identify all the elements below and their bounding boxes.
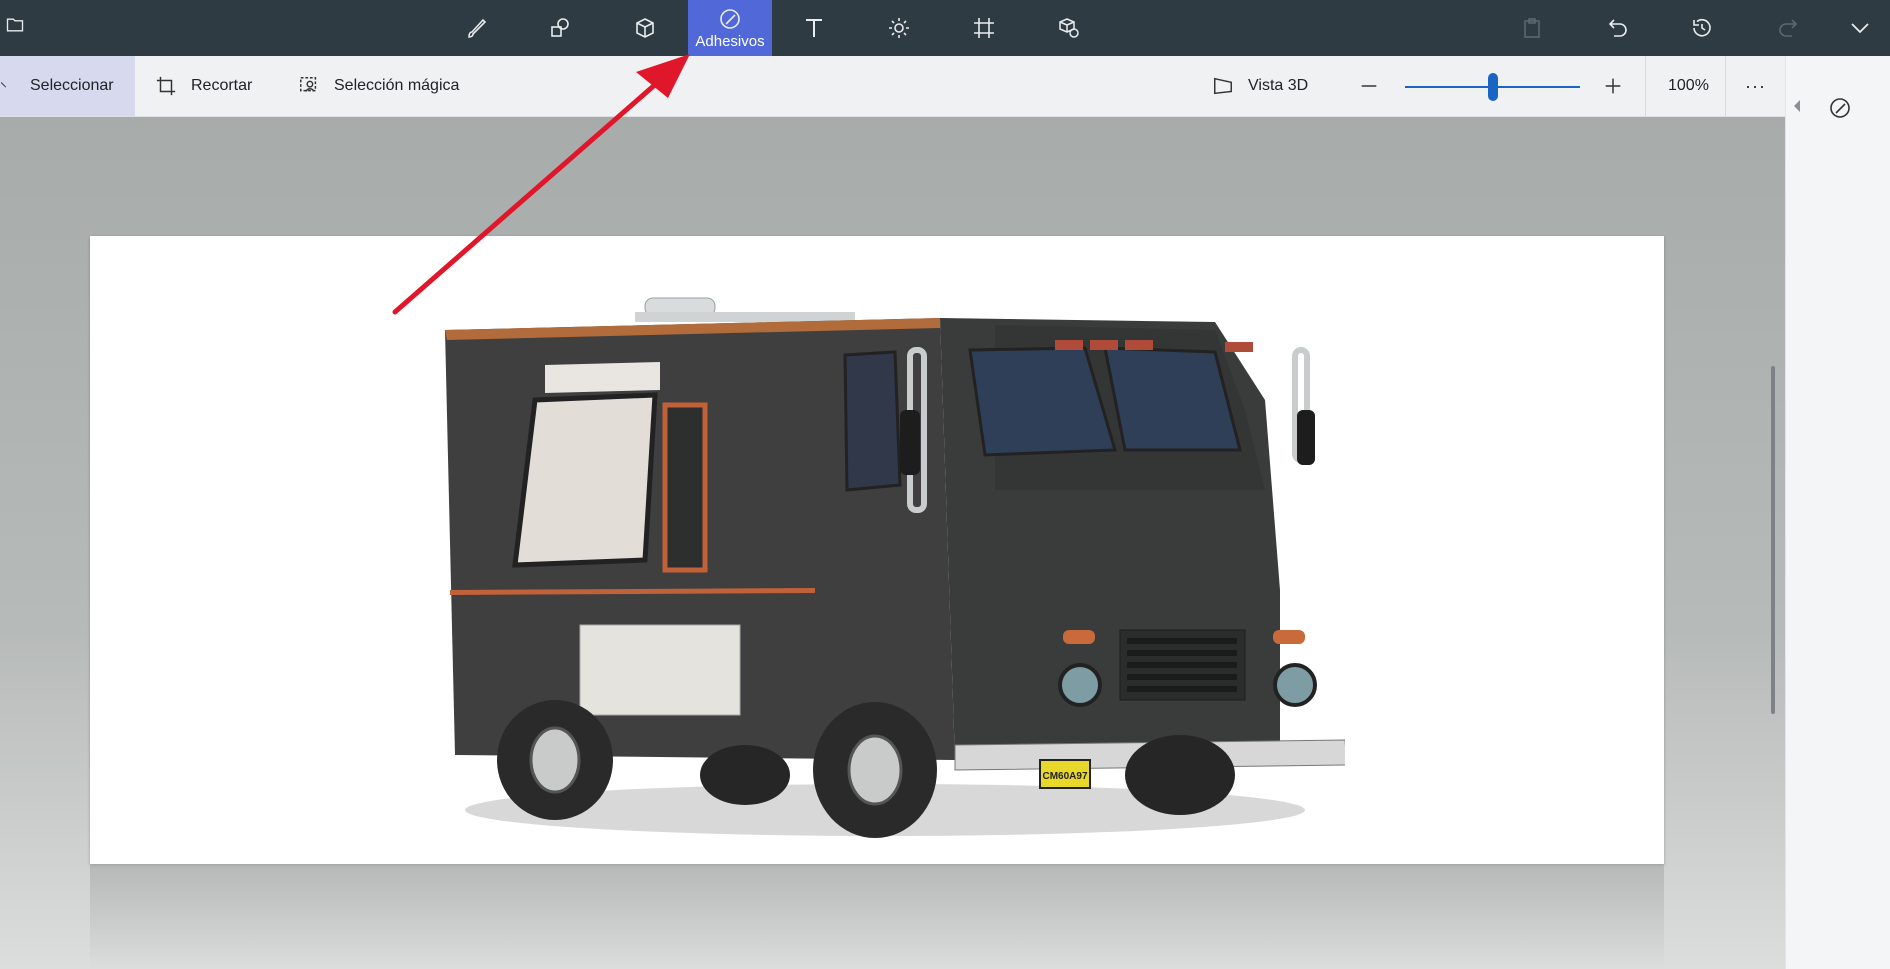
plus-icon xyxy=(1605,78,1621,94)
sticker-icon[interactable] xyxy=(1828,96,1852,120)
crop-label: Recortar xyxy=(191,77,253,94)
3d-cube-icon xyxy=(636,18,654,38)
canvas-reflection xyxy=(90,864,1664,969)
library-3d-tool-button[interactable] xyxy=(1027,0,1111,56)
divider xyxy=(1725,56,1726,116)
food-truck-3d-model[interactable]: CM60A97 xyxy=(435,290,1345,840)
canvas-tool-button[interactable] xyxy=(942,0,1026,56)
magic-select-label: Selección mágica xyxy=(334,77,460,94)
menu-button[interactable] xyxy=(0,0,30,50)
sun-icon xyxy=(889,18,909,38)
brush-icon xyxy=(468,18,487,38)
clipboard-icon xyxy=(1524,18,1540,38)
shapes-3d-tool-button[interactable] xyxy=(603,0,687,56)
crop-button[interactable]: Recortar xyxy=(155,56,252,116)
collapse-panel-arrow[interactable] xyxy=(1794,100,1800,112)
select-arrow-icon xyxy=(0,82,7,88)
expand-toolbar-button[interactable] xyxy=(1830,0,1890,56)
view-3d-label: Vista 3D xyxy=(1248,77,1309,94)
sticker-icon xyxy=(720,8,740,29)
effects-tool-button[interactable] xyxy=(857,0,941,56)
undo-button[interactable] xyxy=(1588,0,1648,56)
history-icon xyxy=(1693,18,1711,37)
zoom-in-button[interactable] xyxy=(1602,56,1624,116)
paste-button[interactable] xyxy=(1502,0,1562,56)
redo-button[interactable] xyxy=(1758,0,1818,56)
main-toolbar: Adhesivos xyxy=(0,0,1890,56)
magic-select-icon xyxy=(300,77,317,92)
crop-icon xyxy=(156,76,176,96)
canvas-crop-icon xyxy=(974,18,994,38)
stickers-tool-button[interactable]: Adhesivos xyxy=(688,0,772,56)
chevron-down-icon xyxy=(1851,23,1869,34)
zoom-value[interactable]: 100% xyxy=(1668,56,1709,116)
zoom-slider-thumb[interactable] xyxy=(1488,73,1498,101)
license-plate-text: CM60A97 xyxy=(1042,771,1087,782)
2d-shapes-icon xyxy=(551,18,569,37)
undo-icon xyxy=(1608,19,1627,37)
divider xyxy=(1645,56,1646,116)
text-icon xyxy=(806,19,822,37)
text-tool-button[interactable] xyxy=(772,0,856,56)
history-button[interactable] xyxy=(1672,0,1732,56)
3d-library-icon xyxy=(1059,18,1079,38)
magic-select-button[interactable]: Selección mágica xyxy=(298,56,459,116)
front-wheel xyxy=(813,702,937,838)
view-3d-toggle[interactable]: Vista 3D xyxy=(1212,56,1308,116)
select-button[interactable]: Seleccionar xyxy=(0,56,135,116)
rear-wheel xyxy=(497,700,613,820)
vertical-scrollbar[interactable] xyxy=(1771,366,1775,714)
brush-tool-button[interactable] xyxy=(434,0,518,56)
select-label: Seleccionar xyxy=(30,77,114,94)
zoom-out-button[interactable] xyxy=(1358,56,1380,116)
minus-icon xyxy=(1361,85,1377,87)
shapes-2d-tool-button[interactable] xyxy=(518,0,602,56)
side-panel xyxy=(1785,56,1890,969)
folder-icon xyxy=(6,18,24,32)
stickers-label: Adhesivos xyxy=(695,32,765,50)
view-3d-icon xyxy=(1214,77,1232,95)
redo-icon xyxy=(1779,19,1798,37)
more-options-button[interactable]: ··· xyxy=(1745,56,1766,116)
